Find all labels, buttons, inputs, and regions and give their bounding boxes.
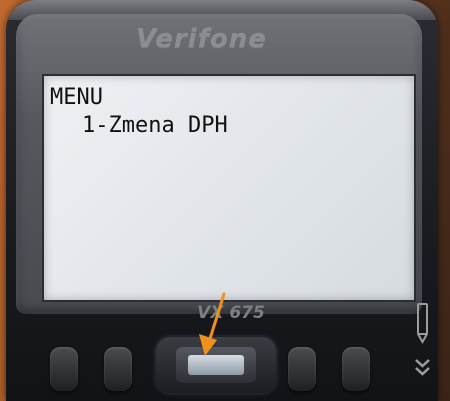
menu-title: MENU: [50, 85, 103, 110]
terminal-screen: MENU 1-Zmena DPH: [42, 74, 416, 302]
function-key-2[interactable]: [104, 347, 132, 391]
side-icons: [415, 303, 430, 376]
arrow-icon: [199, 292, 226, 356]
chevron-down-icon: [415, 359, 430, 376]
brand-logo: Verifone: [136, 24, 267, 54]
pen-icon: [417, 303, 428, 345]
function-key-4[interactable]: [342, 347, 370, 391]
function-key-1[interactable]: [50, 347, 78, 391]
function-key-3[interactable]: [288, 347, 316, 391]
menu-item[interactable]: 1-Zmena DPH: [82, 114, 228, 138]
